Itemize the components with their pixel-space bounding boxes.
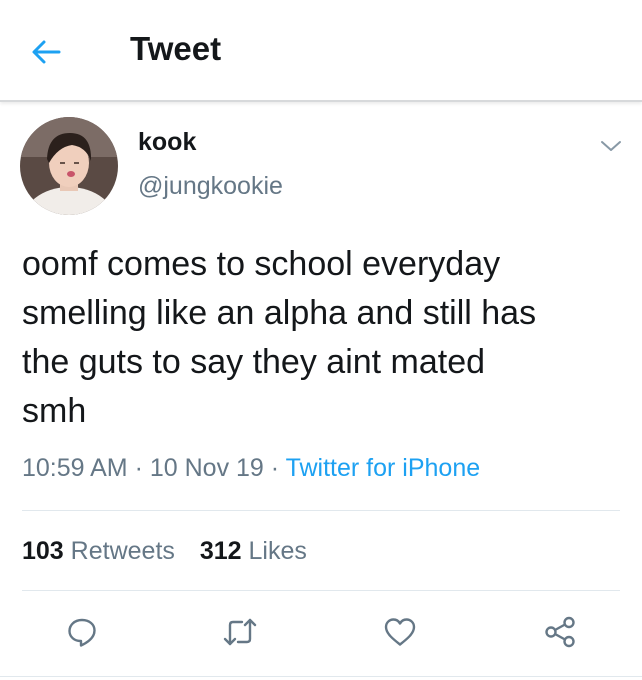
top-bar: Tweet [0, 0, 642, 102]
heart-icon [384, 618, 416, 646]
tweet-source-link[interactable]: Twitter for iPhone [286, 454, 481, 482]
tweet-actions [0, 606, 642, 658]
tweet-text: oomf comes to school everyday smelling l… [22, 245, 537, 430]
chevron-down-icon [601, 141, 621, 151]
reply-button[interactable] [62, 612, 102, 652]
retweets-count: 103 [22, 537, 64, 565]
divider [22, 510, 620, 511]
divider [0, 676, 642, 677]
retweet-icon [223, 618, 257, 646]
retweet-button[interactable] [220, 612, 260, 652]
likes-count: 312 [199, 537, 242, 565]
tweet-date: 10 Nov 19 [149, 454, 264, 482]
divider [22, 590, 620, 591]
tweet-metadata: 10:59 AM · 10 Nov 19 · Twitter for iPhon… [22, 454, 480, 483]
tweet-time: 10:59 AM [22, 454, 128, 482]
tweet-stats: 103 Retweets 312 Likes [22, 537, 325, 566]
share-button[interactable] [540, 612, 580, 652]
avatar-image [20, 117, 118, 215]
back-button[interactable] [24, 30, 68, 74]
likes-stat[interactable]: 312 Likes [200, 537, 307, 565]
meta-separator: · [263, 454, 286, 482]
avatar[interactable] [20, 117, 118, 215]
retweets-stat[interactable]: 103 Retweets [22, 537, 175, 565]
tweet-menu-button[interactable] [596, 134, 626, 158]
arrow-left-icon [32, 40, 61, 64]
like-button[interactable] [380, 612, 420, 652]
display-name[interactable]: kook [138, 128, 196, 157]
share-icon [545, 616, 575, 648]
page-title: Tweet [130, 30, 222, 67]
user-handle[interactable]: @jungkookie [138, 172, 283, 201]
meta-separator: · [127, 454, 150, 482]
retweets-label: Retweets [70, 537, 175, 565]
likes-label: Likes [248, 537, 307, 565]
reply-icon [68, 618, 96, 647]
